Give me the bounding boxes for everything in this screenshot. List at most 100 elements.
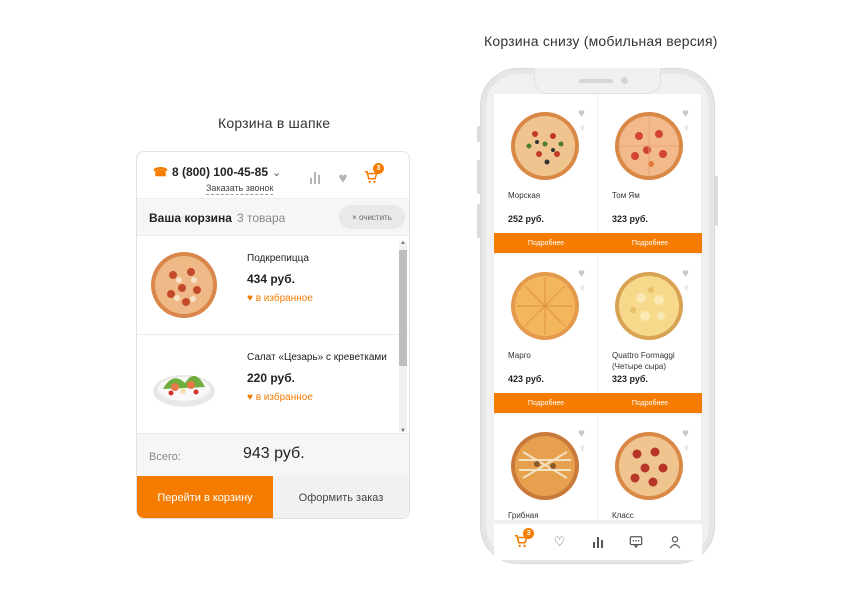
total-label: Всего:	[149, 451, 181, 463]
cart-count-badge: 3	[373, 162, 384, 174]
heart-icon[interactable]: ♥	[682, 106, 689, 120]
checkout-button[interactable]: Оформить заказ	[273, 476, 409, 518]
go-to-cart-button[interactable]: Перейти в корзину	[137, 476, 273, 518]
tab-chat[interactable]	[625, 531, 647, 553]
favorites-button[interactable]: ♥	[329, 168, 357, 188]
heart-icon[interactable]: ♥	[578, 266, 585, 280]
phone-volume-up	[477, 160, 480, 194]
heart-icon[interactable]: ♥	[682, 426, 689, 440]
cart-item-count: 3 товара	[237, 211, 286, 225]
pizza-image	[151, 252, 217, 318]
compare-icon[interactable]: ‖	[685, 444, 688, 453]
tab-compare[interactable]	[587, 531, 609, 553]
compare-icon[interactable]: ‖	[581, 284, 584, 293]
site-header-bar: ☎ 8 (800) 100-45-85 ⌄ Заказать звонок ♥ …	[137, 152, 409, 198]
salad-image	[153, 375, 215, 407]
scrollbar-thumb[interactable]	[399, 250, 407, 366]
heart-icon: ♡	[553, 534, 566, 549]
mobile-tab-bar: 3 ♡	[494, 524, 702, 560]
total-value: 943 руб.	[243, 445, 305, 462]
item-name[interactable]: Подкрепицца	[247, 253, 309, 264]
pizza-image[interactable]	[613, 270, 685, 342]
mobile-screen: ♥ ‖ Морская 252 руб. Подробнее ♥ ‖ Том Я…	[494, 94, 702, 520]
chevron-down-icon: ⌄	[272, 166, 282, 179]
details-button[interactable]: Подробнее	[494, 393, 598, 413]
list-item: Салат «Цезарь» с креветками 220 руб. ♥ в…	[137, 335, 409, 434]
product-name: Quattro Formaggi (Четыре сыра)	[612, 351, 675, 371]
cart-title: Ваша корзина	[149, 211, 232, 225]
favorites-label: в избранное	[255, 392, 313, 403]
pizza-image[interactable]	[613, 430, 685, 502]
phone-number-dropdown[interactable]: ☎ 8 (800) 100-45-85 ⌄	[153, 165, 281, 179]
product-name: Грибная	[508, 511, 539, 520]
cart-icon: 3	[364, 162, 384, 187]
product-price: 252 руб.	[508, 214, 544, 224]
pizza-image[interactable]	[613, 110, 685, 182]
details-button[interactable]: Подробнее	[494, 233, 598, 253]
cart-total: Всего: 943 руб.	[137, 434, 409, 476]
phone-speaker	[579, 79, 613, 83]
mobile-cart-caption: Корзина снизу (мобильная версия)	[484, 33, 718, 49]
callback-link[interactable]: Заказать звонок	[206, 183, 274, 195]
product-card: ♥ ‖ Морская 252 руб. Подробнее	[494, 94, 598, 254]
product-price: 323 руб.	[612, 374, 648, 384]
cart-count-badge: 3	[523, 528, 535, 539]
stats-icon	[310, 172, 320, 184]
cart-actions: Перейти в корзину Оформить заказ	[137, 476, 409, 518]
product-card: ♥ ‖ Марго 423 руб. Подробнее	[494, 254, 598, 414]
product-card: ♥ ‖ Класс	[598, 414, 702, 520]
item-name[interactable]: Салат «Цезарь» с креветками	[247, 352, 387, 363]
phone-icon: ☎	[153, 165, 168, 179]
chat-icon	[630, 536, 643, 549]
phone-mute-switch	[477, 126, 480, 142]
product-name: Том Ям	[612, 191, 640, 200]
product-price: 323 руб.	[612, 214, 648, 224]
pizza-image[interactable]	[509, 110, 581, 182]
compare-icon[interactable]: ‖	[581, 124, 584, 133]
clear-cart-button[interactable]: × очистить	[339, 205, 405, 229]
compare-icon[interactable]: ‖	[581, 444, 584, 453]
product-grid: ♥ ‖ Морская 252 руб. Подробнее ♥ ‖ Том Я…	[494, 94, 702, 520]
phone-power-button	[715, 176, 718, 226]
list-item: Подкрепицца 434 руб. ♥ в избранное	[137, 236, 409, 335]
compare-icon[interactable]: ‖	[685, 124, 688, 133]
heart-icon: ♥	[247, 293, 253, 304]
scroll-up-icon[interactable]: ▲	[400, 240, 406, 246]
compare-button[interactable]	[301, 168, 329, 188]
phone-number: 8 (800) 100-45-85	[171, 165, 269, 179]
heart-icon[interactable]: ♥	[682, 266, 689, 280]
header-cart-caption: Корзина в шапке	[218, 115, 331, 131]
add-to-favorites-link[interactable]: ♥ в избранное	[247, 392, 313, 403]
product-name: Класс	[612, 511, 634, 520]
heart-icon[interactable]: ♥	[578, 106, 585, 120]
tab-profile[interactable]	[664, 531, 686, 553]
heart-icon[interactable]: ♥	[578, 426, 585, 440]
product-card: ♥ ‖ Том Ям 323 руб. Подробнее	[598, 94, 702, 254]
tab-cart[interactable]: 3	[510, 528, 535, 553]
add-to-favorites-link[interactable]: ♥ в избранное	[247, 293, 313, 304]
phone-camera	[621, 77, 628, 84]
header-icons: ♥ 3	[301, 162, 385, 188]
pizza-image[interactable]	[509, 430, 581, 502]
product-price: 423 руб.	[508, 374, 544, 384]
pizza-image[interactable]	[509, 270, 581, 342]
scrollbar[interactable]: ▲ ▼	[399, 240, 407, 434]
tab-favorites[interactable]: ♡	[549, 531, 571, 553]
product-card: ♥ ‖ Грибная	[494, 414, 598, 520]
product-name: Морская	[508, 191, 541, 200]
phone-notch	[534, 68, 661, 94]
favorites-label: в избранное	[255, 293, 313, 304]
header-cart-widget: ☎ 8 (800) 100-45-85 ⌄ Заказать звонок ♥ …	[136, 151, 410, 519]
cart-button[interactable]: 3	[357, 162, 385, 188]
product-name: Марго	[508, 351, 531, 360]
heart-icon: ♥	[247, 392, 253, 403]
details-button[interactable]: Подробнее	[598, 233, 702, 253]
product-card: ♥ ‖ Quattro Formaggi (Четыре сыра) 323 р…	[598, 254, 702, 414]
heart-icon: ♥	[338, 169, 348, 187]
user-icon	[669, 536, 681, 549]
stats-icon	[592, 536, 603, 548]
phone-volume-down	[477, 204, 480, 238]
compare-icon[interactable]: ‖	[685, 284, 688, 293]
details-button[interactable]: Подробнее	[598, 393, 702, 413]
cart-dropdown-header: Ваша корзина 3 товара × очистить	[137, 198, 409, 236]
